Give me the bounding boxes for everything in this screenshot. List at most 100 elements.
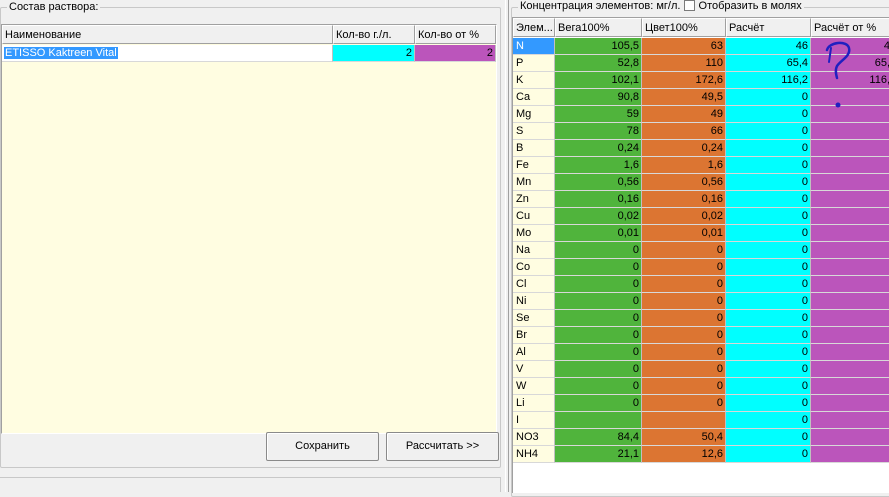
table-row[interactable]: S 78 66 0 xyxy=(513,123,889,140)
color100-cell[interactable]: 0,01 xyxy=(642,225,726,242)
table-row[interactable]: Br 0 0 0 xyxy=(513,327,889,344)
vega100-cell[interactable]: 0 xyxy=(555,395,642,412)
table-row[interactable]: Co 0 0 0 xyxy=(513,259,889,276)
calc-pct-cell[interactable] xyxy=(811,310,889,327)
table-row[interactable]: Al 0 0 0 xyxy=(513,344,889,361)
color100-cell[interactable]: 0 xyxy=(642,259,726,276)
table-row[interactable]: NH4 21,1 12,6 0 xyxy=(513,446,889,463)
checkbox-icon[interactable] xyxy=(683,0,695,11)
color100-cell[interactable]: 0,24 xyxy=(642,140,726,157)
show-in-moles-label[interactable]: Отобразить в молях xyxy=(699,0,802,12)
vega100-cell[interactable]: 0,56 xyxy=(555,174,642,191)
table-row[interactable]: Cu 0,02 0,02 0 xyxy=(513,208,889,225)
qty-pct-cell[interactable]: 2 xyxy=(415,45,496,62)
element-cell[interactable]: Mg xyxy=(513,106,555,123)
color100-cell[interactable]: 0,56 xyxy=(642,174,726,191)
calc-cell[interactable]: 0 xyxy=(726,259,811,276)
color100-cell[interactable]: 172,6 xyxy=(642,72,726,89)
color100-cell[interactable] xyxy=(642,412,726,429)
vega100-cell[interactable]: 105,5 xyxy=(555,38,642,55)
calc-cell[interactable]: 0 xyxy=(726,225,811,242)
vega100-cell[interactable]: 0 xyxy=(555,242,642,259)
table-row[interactable]: V000 xyxy=(513,361,889,378)
vega100-cell[interactable]: 1,6 xyxy=(555,157,642,174)
col-header-calc-pct[interactable]: Расчёт от % xyxy=(811,18,889,37)
table-row[interactable]: ETISSO Kaktreen Vital 2 2 xyxy=(2,45,496,62)
vega100-cell[interactable]: 0 xyxy=(555,344,642,361)
calc-cell[interactable]: 0 xyxy=(726,361,811,378)
vega100-cell[interactable]: 0 xyxy=(555,259,642,276)
calc-cell[interactable]: 0 xyxy=(726,89,811,106)
table-row[interactable]: Li 0 0 0 xyxy=(513,395,889,412)
table-row[interactable]: Mo 0,01 0,01 0 xyxy=(513,225,889,242)
vega100-cell[interactable]: 59 xyxy=(555,106,642,123)
color100-cell[interactable]: 49 xyxy=(642,106,726,123)
solution-composition-grid[interactable]: Наименование Кол-во г./л. Кол-во от % ET… xyxy=(1,24,497,434)
vega100-cell[interactable]: 0,01 xyxy=(555,225,642,242)
element-concentration-grid[interactable]: Элем... Вега100% Цвет100% Расчёт Расчёт … xyxy=(512,17,889,493)
col-header-color100[interactable]: Цвет100% xyxy=(642,18,726,37)
color100-cell[interactable]: 0 xyxy=(642,293,726,310)
col-header-calc[interactable]: Расчёт xyxy=(726,18,811,37)
calc-pct-cell[interactable] xyxy=(811,208,889,225)
element-cell[interactable]: Ca xyxy=(513,89,555,106)
calc-pct-cell[interactable] xyxy=(811,225,889,242)
table-row[interactable]: I0 xyxy=(513,412,889,429)
color100-cell[interactable]: 110 xyxy=(642,55,726,72)
color100-cell[interactable]: 0 xyxy=(642,395,726,412)
table-row[interactable]: Zn 0,16 0,16 0 xyxy=(513,191,889,208)
calc-pct-cell[interactable] xyxy=(811,242,889,259)
element-cell[interactable]: Cu xyxy=(513,208,555,225)
color100-cell[interactable]: 49,5 xyxy=(642,89,726,106)
calc-cell[interactable]: 0 xyxy=(726,157,811,174)
vega100-cell[interactable]: 52,8 xyxy=(555,55,642,72)
element-cell[interactable]: Br xyxy=(513,327,555,344)
calc-cell[interactable]: 0 xyxy=(726,276,811,293)
calc-cell[interactable]: 0 xyxy=(726,327,811,344)
calc-pct-cell[interactable] xyxy=(811,429,889,446)
calc-cell[interactable]: 0 xyxy=(726,242,811,259)
calc-pct-cell[interactable] xyxy=(811,327,889,344)
calc-cell[interactable]: 0 xyxy=(726,106,811,123)
table-row[interactable]: Mn 0,56 0,56 0 xyxy=(513,174,889,191)
color100-cell[interactable]: 0 xyxy=(642,361,726,378)
qty-gl-cell[interactable]: 2 xyxy=(333,45,415,62)
table-row[interactable]: B 0,24 0,24 0 xyxy=(513,140,889,157)
col-header-vega100[interactable]: Вега100% xyxy=(555,18,642,37)
color100-cell[interactable]: 0 xyxy=(642,378,726,395)
calc-cell[interactable]: 0 xyxy=(726,344,811,361)
element-cell[interactable]: S xyxy=(513,123,555,140)
vega100-cell[interactable]: 0 xyxy=(555,361,642,378)
vega100-cell[interactable]: 90,8 xyxy=(555,89,642,106)
calc-cell[interactable]: 0 xyxy=(726,174,811,191)
col-header-element[interactable]: Элем... xyxy=(513,18,555,37)
color100-cell[interactable]: 63 xyxy=(642,38,726,55)
color100-cell[interactable]: 0 xyxy=(642,242,726,259)
vega100-cell[interactable]: 78 xyxy=(555,123,642,140)
element-cell[interactable]: Na xyxy=(513,242,555,259)
vega100-cell[interactable]: 0,16 xyxy=(555,191,642,208)
element-cell[interactable]: Cl xyxy=(513,276,555,293)
vega100-cell[interactable]: 0,24 xyxy=(555,140,642,157)
table-row[interactable]: Fe 1,6 1,6 0 xyxy=(513,157,889,174)
table-row[interactable]: Se 0 0 0 xyxy=(513,310,889,327)
table-row[interactable]: NO3 84,4 50,4 0 xyxy=(513,429,889,446)
col-header-name[interactable]: Наименование xyxy=(2,25,333,44)
calc-cell[interactable]: 116,2 xyxy=(726,72,811,89)
calc-cell[interactable]: 46 xyxy=(726,38,811,55)
calc-cell[interactable]: 0 xyxy=(726,191,811,208)
element-cell[interactable]: B xyxy=(513,140,555,157)
calc-cell[interactable]: 0 xyxy=(726,123,811,140)
calc-cell[interactable]: 0 xyxy=(726,446,811,463)
vega100-cell[interactable]: 0 xyxy=(555,310,642,327)
fertilizer-name-cell[interactable]: ETISSO Kaktreen Vital xyxy=(2,45,333,62)
calc-cell[interactable]: 0 xyxy=(726,412,811,429)
vega100-cell[interactable]: 0 xyxy=(555,378,642,395)
calc-cell[interactable]: 0 xyxy=(726,310,811,327)
element-cell[interactable]: N xyxy=(513,38,555,55)
panel-splitter[interactable] xyxy=(505,0,509,492)
color100-cell[interactable]: 0 xyxy=(642,310,726,327)
vega100-cell[interactable]: 84,4 xyxy=(555,429,642,446)
calculate-button[interactable]: Рассчитать >> xyxy=(386,432,499,461)
color100-cell[interactable]: 12,6 xyxy=(642,446,726,463)
